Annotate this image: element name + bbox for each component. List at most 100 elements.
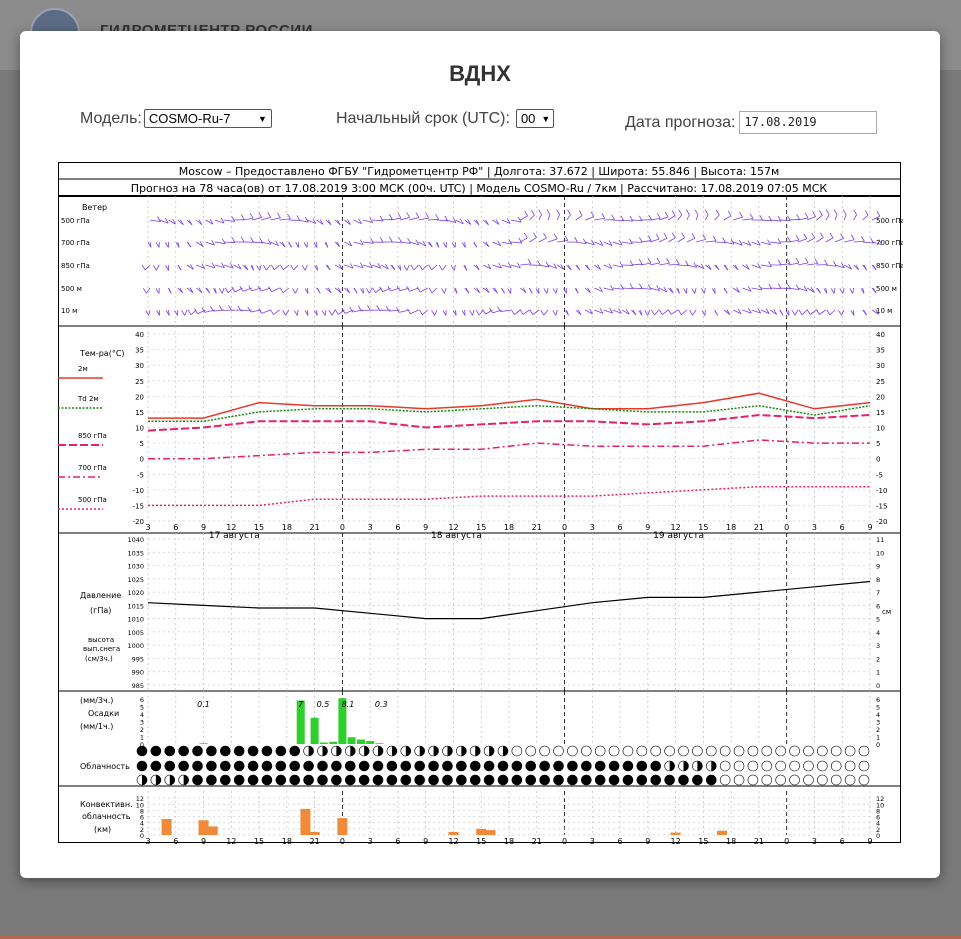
snow-unit-label: см [882, 608, 891, 616]
time-label: 9 [867, 837, 872, 846]
precip-axis-label: 4 [876, 711, 880, 719]
cloud-icon [247, 760, 259, 772]
cloud-icon [206, 745, 217, 757]
temp-axis-label: -10 [876, 487, 887, 495]
precip-bar [375, 743, 384, 744]
precip-bar [356, 739, 365, 744]
time-label: 0 [784, 523, 789, 532]
cloud-icon [233, 760, 245, 772]
cloud-icon [525, 774, 537, 786]
model-select[interactable]: COSMO-Ru-7 ▼ [143, 109, 272, 128]
snow-axis-label: 3 [876, 642, 880, 650]
cloud-icon [789, 774, 800, 786]
cloud-icon [539, 774, 550, 786]
temp-axis-label: 15 [876, 409, 885, 417]
cloud-icon [539, 760, 550, 772]
cloud-icon [830, 745, 842, 757]
precip-axis-label: 4 [140, 711, 144, 719]
cloud-icon [164, 745, 176, 757]
snow-axis-label: 2 [876, 655, 880, 663]
wind-level-label: 500 м [876, 285, 897, 293]
cloud-icon [247, 745, 259, 757]
start-time-select[interactable]: 00 ▼ [515, 109, 554, 128]
cloud-icon [247, 774, 259, 786]
time-label: 21 [754, 523, 764, 532]
dropdown-arrow-icon: ▼ [541, 113, 551, 124]
wind-title: Ветер [82, 203, 107, 212]
cloud-icon [539, 745, 550, 757]
cloud-icon [622, 745, 634, 757]
cloud-icon [469, 774, 481, 786]
cloud-icon [733, 760, 745, 772]
cloud-icon [275, 745, 287, 757]
time-label: 21 [754, 837, 764, 846]
cloud-icon [775, 760, 786, 772]
temp-axis-label: -15 [133, 502, 144, 510]
cloud-icon [483, 774, 495, 786]
temp-axis-label: 5 [876, 440, 880, 448]
meteogram-header-line2: Прогноз на 78 часа(ов) от 17.08.2019 3:0… [131, 182, 828, 195]
time-label: 9 [201, 837, 206, 846]
convective-label: Конвективн. [80, 800, 133, 809]
temp-legend-label: Td 2м [77, 395, 99, 403]
cloud-icon [220, 774, 231, 786]
time-label: 18 [726, 523, 736, 532]
cloud-icon [344, 760, 356, 772]
cloud-icon [442, 760, 453, 772]
cloud-icon [817, 760, 828, 772]
cloud-icon [733, 745, 745, 757]
wind-level-label: 10 м [61, 307, 77, 315]
time-label: 6 [618, 523, 623, 532]
time-label: 6 [395, 837, 400, 846]
cloud-icon [803, 760, 814, 772]
cloud-icon [150, 760, 162, 772]
cloud-icon [789, 760, 800, 772]
start-time-value: 00 [520, 111, 536, 126]
cloud-icon [220, 760, 231, 772]
precip-axis-label: 1 [876, 734, 880, 742]
precip-unit-label: (мм/3ч.) [80, 696, 113, 705]
cloud-icon [303, 774, 314, 786]
convective-label: (км) [94, 825, 111, 834]
cloud-icon [678, 745, 689, 757]
snow-axis-label: 9 [876, 563, 880, 571]
pressure-unit-label: (гПа) [90, 606, 111, 615]
cloud-icon [386, 774, 398, 786]
time-label: 6 [173, 837, 178, 846]
day-label: 18 августа [431, 531, 482, 541]
cloud-icon [136, 745, 148, 757]
convective-bar [207, 826, 218, 835]
cloud-icon [650, 760, 662, 772]
cloud-icon [192, 774, 203, 786]
temp-axis-label: 25 [876, 378, 885, 386]
time-label: 0 [340, 523, 345, 532]
temp-axis-label: 40 [135, 331, 144, 339]
snow-axis-label: 7 [876, 589, 880, 597]
pressure-axis-label: 1035 [127, 549, 144, 557]
cloud-icon [747, 760, 759, 772]
cloud-icon [594, 745, 606, 757]
cloud-icon [608, 745, 620, 757]
temp-axis-label: 35 [876, 347, 885, 355]
pressure-axis-label: 995 [132, 655, 144, 663]
cloud-icon [553, 745, 564, 757]
date-input[interactable]: 17.08.2019 [739, 111, 878, 134]
time-label: 18 [726, 837, 736, 846]
snow-axis-label: 1 [876, 669, 880, 677]
snow-axis-label: 11 [876, 536, 884, 544]
convective-axis-label: 12 [876, 795, 884, 803]
temp-legend-label: 850 гПа [78, 432, 107, 440]
cloud-icon [719, 774, 731, 786]
precip-annotation: 0.3 [375, 700, 388, 709]
temp-axis-label: 20 [135, 393, 144, 401]
snow-axis-label: 4 [876, 629, 880, 637]
cloud-icon [803, 774, 814, 786]
meteogram-header-line1: Moscow – Предоставлено ФГБУ "Гидрометцен… [179, 165, 780, 178]
cloud-icon [636, 745, 648, 757]
precip-axis-label: 2 [140, 726, 144, 734]
cloud-icon [233, 774, 245, 786]
cloud-icon [331, 760, 342, 772]
cloud-icon [261, 745, 273, 757]
temp-axis-label: -20 [133, 518, 144, 526]
time-label: 18 [504, 837, 514, 846]
